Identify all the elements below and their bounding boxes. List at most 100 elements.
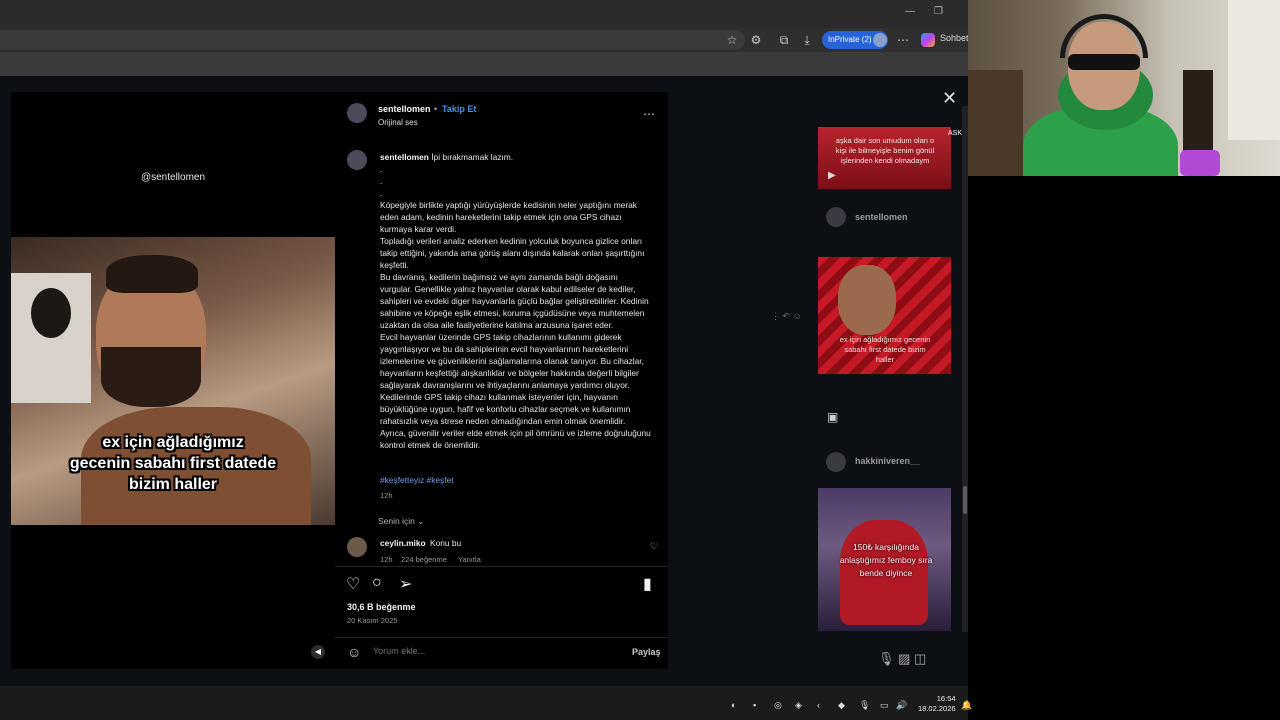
webcam-window [1228,0,1280,140]
divider [335,637,668,638]
webcam-chair [1183,70,1213,160]
caption-username[interactable]: sentellomen [380,152,429,162]
extensions-icon[interactable]: ⚙ [748,32,764,48]
sunglasses-icon [1068,54,1140,70]
dm-input-icons[interactable]: 🎙 ▨ ◫ [878,651,926,667]
reel-thumbnail-3-text: 150₺ karşılığında anlaştığımız femboy sı… [839,542,933,578]
save-icon[interactable]: ▮ [643,574,652,594]
taskbar [0,686,968,720]
empty-area [968,176,1280,720]
divider [335,566,668,567]
more-options-icon[interactable]: ⋯ [643,107,655,121]
share-icon[interactable]: ➢ [399,574,412,594]
for-you-label: Senin için [378,516,415,526]
like-icon[interactable]: ♡ [346,574,360,594]
volume-icon[interactable]: 🔊 [896,700,907,711]
app-tray-icon[interactable]: ◎ [774,700,782,711]
hashtags[interactable]: #keşfetteyiz #keşfet [380,475,454,485]
close-icon[interactable]: ✕ [942,88,957,109]
copilot-label[interactable]: Sohbet [940,33,969,43]
caption-first-line: İpi bırakmamak lazım. [431,152,514,162]
video-caption-line: bizim haller [128,476,218,493]
notification-icon[interactable]: 🔔 [961,700,972,711]
caption-line: Topladığı verileri analiz ederken kedini… [380,236,645,270]
webcam-shelf [968,70,1023,176]
separator-dot: • [434,104,438,114]
profile-avatar[interactable] [873,33,887,47]
reel-thumbnail-1-text: aşka dair son umudum olan o kişi ile bil… [835,136,935,165]
address-bar[interactable] [0,30,745,50]
star-icon[interactable]: ☆ [724,32,740,48]
avatar[interactable] [347,150,367,170]
inset-face [31,288,71,338]
clock-date: 18.02.2026 [918,704,956,713]
security-icon[interactable]: ◆ [838,700,845,711]
chevron-left-icon[interactable]: ‹ [817,700,820,710]
message-actions[interactable]: ⋮ ↶ ☺ [771,311,802,322]
headset-icon [1060,14,1148,58]
caption-line: . [380,188,383,198]
chevron-down-icon: ⌄ [417,516,425,526]
collections-icon[interactable]: ⧉ [776,32,792,48]
person-beard [101,347,201,407]
emoji-icon[interactable]: ☺ [347,644,361,660]
caption-line: Evcil hayvanlar üzerinde GPS takip cihaz… [380,332,644,390]
app-tray-icon[interactable]: ▪ [753,700,756,710]
comment-username[interactable]: ceylin.miko [380,538,426,548]
caption-line: Kedilerinde GPS takip cihazı kullanmak i… [380,392,651,450]
reply-button[interactable]: Yanıtla [458,555,481,564]
video-caption: ex için ağladığımız gecenin sabahı first… [11,432,335,495]
scrollbar-thumb[interactable] [963,486,967,514]
comment-icon[interactable]: ○ [372,574,382,592]
microphone-icon [1180,150,1220,176]
comment-text: Konu bu [430,538,462,548]
reels-icon: ▣ [827,410,839,424]
volume-icon[interactable]: ◀ [311,645,325,659]
post-caption: sentellomen İpi bırakmamak lazım. . . . … [380,151,652,451]
caption-line: . [380,176,383,186]
network-icon[interactable]: ▭ [880,700,889,711]
avatar[interactable] [347,537,367,557]
comment-time: 12h [380,555,393,564]
post-button[interactable]: Paylaş [632,647,661,657]
comment-likes[interactable]: 224 beğenme [401,555,447,564]
comment-input[interactable] [373,646,623,656]
for-you-dropdown[interactable]: Senin için ⌄ [378,516,424,527]
minimize-icon[interactable]: — [905,6,915,17]
follow-button[interactable]: Takip Et [442,104,476,114]
caption-line: Köpegiyle birlikte yaptığı yürüyüşlerde … [380,200,637,234]
like-count[interactable]: 30,6 B beğenme [347,602,416,612]
avatar[interactable] [826,207,846,227]
browser-titlebar [0,0,968,28]
app-tray-icon[interactable]: ◈ [795,700,802,711]
caption-time: 12h [380,491,393,500]
caption-line: . [380,164,383,174]
thumbnail-face [838,265,896,335]
avatar[interactable] [347,103,367,123]
video-caption-line: ex için ağladığımız [102,434,244,451]
reel-thumbnail-2-text: ex için ağladığımız gecenin sabahı first… [839,335,931,364]
person-hair [106,255,198,293]
clock-time: 16:54 [936,694,956,703]
download-icon[interactable]: ⤓ [799,32,815,48]
system-clock[interactable]: 16:54 18.02.2026 [918,694,956,714]
more-icon[interactable]: ⋯ [895,32,911,48]
inprivate-label: InPrivate (2) [828,35,872,44]
caption-line: Bu davranış, kedilerin bağımsız ve aynı … [380,272,649,330]
reels-icon: ▶ [828,170,836,181]
webcam-overlay [968,0,1280,176]
inset-image [11,273,91,403]
sidebar-username-2[interactable]: hakkiniveren__ [855,456,920,466]
post-username[interactable]: sentellomen [378,104,431,114]
video-caption-line: gecenin sabahı first datede [69,455,277,472]
video-watermark: @sentellomen [140,172,206,183]
app-tray-icon[interactable]: ◐ [731,700,736,710]
post-date: 20 Kasım 2025 [347,616,398,625]
restore-icon[interactable]: ❐ [934,6,943,17]
comment-like-icon[interactable]: ♡ [650,541,658,552]
copilot-icon[interactable] [921,33,935,47]
avatar[interactable] [826,452,846,472]
sidebar-username-1[interactable]: sentellomen [855,212,908,222]
microphone-icon[interactable]: 🎙 [859,700,870,711]
audio-label[interactable]: Orijinal ses [378,118,418,127]
